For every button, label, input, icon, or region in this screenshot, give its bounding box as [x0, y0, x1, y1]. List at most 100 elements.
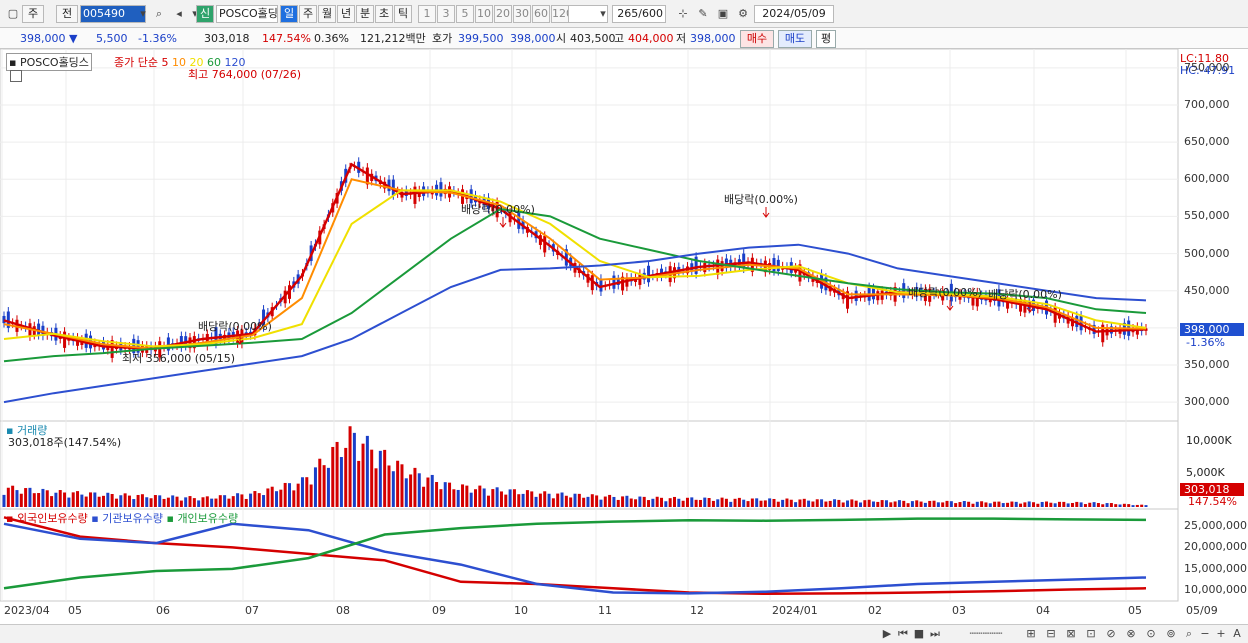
- search-icon[interactable]: ⌕: [150, 5, 168, 23]
- volume-bar: [768, 498, 772, 507]
- font-size-icon[interactable]: A: [1228, 625, 1246, 643]
- sell-button[interactable]: 매도: [778, 30, 812, 48]
- volume-bar: [720, 497, 724, 507]
- volume-bar: [110, 493, 114, 507]
- holding-tick: 20,000,000: [1184, 540, 1247, 554]
- stock-name-tag[interactable]: ▪ POSCO홀딩스: [6, 53, 92, 71]
- date-field[interactable]: 2024/05/09: [754, 5, 834, 23]
- price-change-pct: -1.36%: [138, 32, 177, 45]
- tab-0[interactable]: 일: [280, 5, 298, 23]
- volume-bar: [651, 498, 655, 507]
- period-select[interactable]: 주: [22, 5, 44, 23]
- volume-bar: [1075, 501, 1079, 507]
- grid-toggle-icon[interactable]: [10, 70, 22, 82]
- buy-button[interactable]: 매수: [740, 30, 774, 48]
- chevron-down-icon[interactable]: ▾: [594, 5, 612, 23]
- turnover-pct: 0.36%: [314, 32, 349, 45]
- eval-button[interactable]: 평: [816, 30, 836, 48]
- volume-bar: [404, 478, 408, 507]
- volume-bar: [322, 465, 326, 507]
- volume-bar: [677, 498, 681, 507]
- tool-icon-2[interactable]: ⊡: [1082, 625, 1100, 643]
- price-change: 5,500: [96, 32, 128, 45]
- volume-bar: [93, 492, 97, 507]
- save-icon[interactable]: ▣: [714, 5, 732, 23]
- interval-30[interactable]: 30: [513, 5, 531, 23]
- count-field[interactable]: 265/600: [612, 5, 666, 23]
- drawing-icon[interactable]: ✎: [694, 5, 712, 23]
- volume-bar: [608, 494, 612, 507]
- gear-icon[interactable]: ⚙: [734, 5, 752, 23]
- tab-3[interactable]: 년: [337, 5, 355, 23]
- volume-bar: [551, 498, 555, 507]
- tool-icon[interactable]: ⊠: [1062, 625, 1080, 643]
- volume-bar: [833, 499, 837, 507]
- layout-icon[interactable]: ⊞: [1022, 625, 1040, 643]
- volume-bar: [772, 498, 776, 507]
- layout-icon-2[interactable]: ⊟: [1042, 625, 1060, 643]
- high-value: 404,000: [628, 32, 674, 45]
- interval-60[interactable]: 60: [532, 5, 550, 23]
- volume-bar: [884, 500, 888, 507]
- volume-bar: [988, 503, 992, 507]
- volume-bar: [967, 501, 971, 507]
- volume-bar: [815, 499, 819, 507]
- volume-bar: [1096, 503, 1100, 507]
- crosshair-icon[interactable]: ⊹: [674, 5, 692, 23]
- volume-bar: [283, 482, 287, 507]
- forward-icon[interactable]: ⏭: [926, 625, 944, 643]
- volume-bar: [1057, 501, 1061, 507]
- volume-bar: [962, 501, 966, 507]
- tab-6[interactable]: 틱: [394, 5, 412, 23]
- volume-bar: [854, 500, 858, 507]
- volume-bar: [668, 498, 672, 507]
- volume-bar: [227, 498, 231, 507]
- volume-bar: [2, 494, 6, 507]
- volume-bar: [1053, 503, 1057, 507]
- tab-2[interactable]: 월: [318, 5, 336, 23]
- volume-tick-10m: 10,000K: [1186, 434, 1232, 447]
- interval-3[interactable]: 3: [437, 5, 455, 23]
- volume-bar: [236, 493, 240, 507]
- volume-bar: [859, 502, 862, 507]
- volume-bar: [374, 468, 378, 507]
- volume-bar: [331, 446, 335, 507]
- interval-120[interactable]: 120: [551, 5, 569, 23]
- volume-bar: [257, 493, 261, 507]
- volume-bar: [63, 492, 67, 507]
- tab-4[interactable]: 분: [356, 5, 374, 23]
- volume-bar: [318, 458, 322, 507]
- interval-5[interactable]: 5: [456, 5, 474, 23]
- stock-chart[interactable]: 배당락(0.00%) 배당락(0.00%) 배당락(0.00%) 배당락(0.00%)…: [0, 49, 1248, 624]
- volume-bar: [910, 501, 914, 507]
- volume-bar: [417, 473, 421, 507]
- volume-bar: [1140, 504, 1144, 507]
- tool-icon-5[interactable]: ⊙: [1142, 625, 1160, 643]
- volume-bar: [1006, 502, 1010, 507]
- interval-20[interactable]: 20: [494, 5, 512, 23]
- tool-icon-4[interactable]: ⊗: [1122, 625, 1140, 643]
- tab-5[interactable]: 초: [375, 5, 393, 23]
- volume-bar: [880, 500, 884, 507]
- prev-button[interactable]: 전: [56, 5, 78, 23]
- candle-body: [599, 278, 603, 292]
- stock-name-field[interactable]: POSCO홀딩스: [216, 5, 278, 23]
- volume-plot-area: [0, 420, 1179, 510]
- volume-bar: [1131, 505, 1135, 507]
- tab-1[interactable]: 주: [299, 5, 317, 23]
- new-badge[interactable]: 신: [196, 5, 214, 23]
- window-icon[interactable]: ▢: [4, 5, 22, 23]
- zoom-slider[interactable]: ┄┄┄┄┄: [956, 625, 1016, 643]
- legend-individual: ▪ 개인보유수량: [166, 512, 239, 525]
- volume-bar: [24, 488, 28, 507]
- volume-bar: [119, 495, 123, 507]
- interval-10[interactable]: 10: [475, 5, 493, 23]
- tool-icon-3[interactable]: ⊘: [1102, 625, 1120, 643]
- volume-bar: [114, 498, 118, 507]
- volume-bar: [1062, 501, 1066, 507]
- tool-icon-6[interactable]: ⊚: [1162, 625, 1180, 643]
- volume-bar: [716, 499, 720, 507]
- volume-bar: [422, 486, 426, 507]
- volume-bar: [335, 441, 339, 507]
- interval-1[interactable]: 1: [418, 5, 436, 23]
